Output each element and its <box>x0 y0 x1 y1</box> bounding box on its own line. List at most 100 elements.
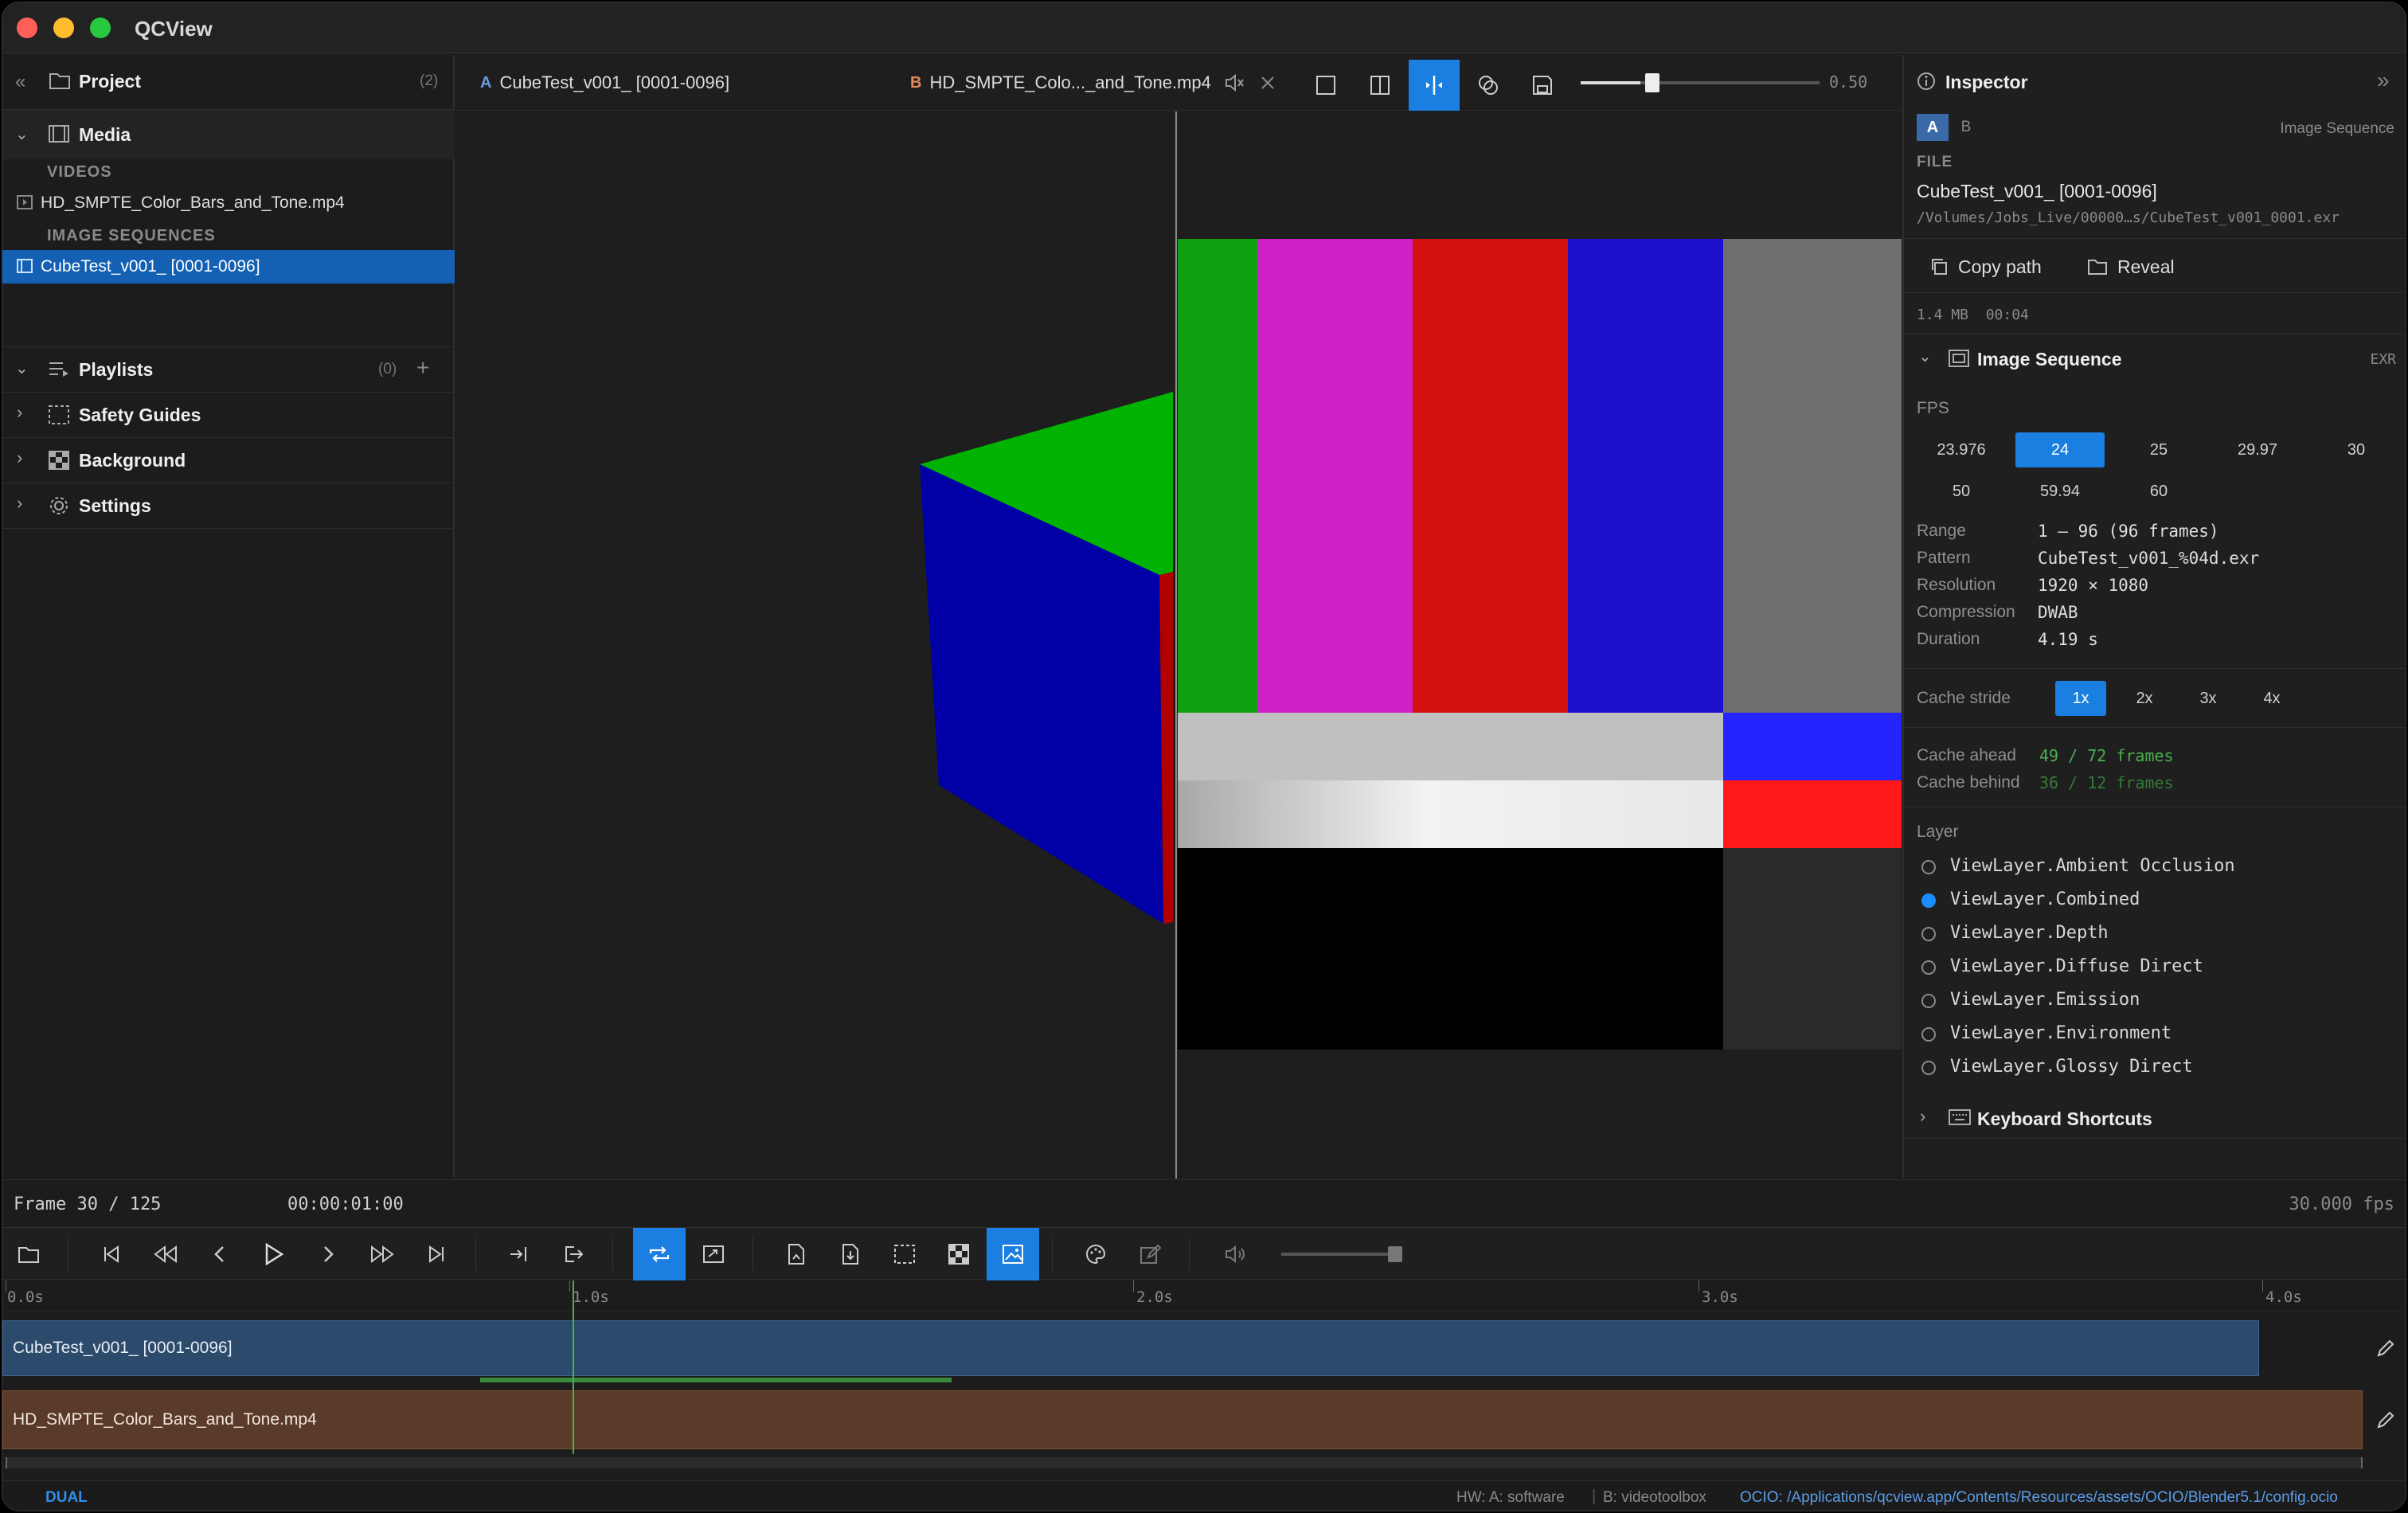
layer-option-label[interactable]: ViewLayer.Ambient Occlusion <box>1950 856 2235 876</box>
fps-option[interactable]: 25 <box>2114 432 2203 467</box>
image-view-toggle[interactable] <box>987 1228 1039 1280</box>
layer-option-label[interactable]: ViewLayer.Diffuse Direct <box>1950 956 2203 976</box>
rewind-icon <box>154 1245 177 1263</box>
step-forward-button[interactable] <box>302 1228 354 1280</box>
project-header[interactable]: « Project (2) <box>2 55 455 109</box>
minimize-window-button[interactable] <box>53 18 74 38</box>
import-file-button[interactable] <box>824 1228 877 1280</box>
layer-radio[interactable] <box>1921 960 1936 975</box>
volume-button[interactable] <box>1210 1228 1262 1280</box>
save-button[interactable] <box>1517 60 1568 111</box>
playlists-section-header[interactable]: ⌄ Playlists (0) + <box>2 347 455 392</box>
layer-radio[interactable] <box>1921 893 1936 908</box>
property-value: 4.19 s <box>2038 630 2098 649</box>
chevron-left-icon <box>214 1246 224 1262</box>
layer-option-label[interactable]: ViewLayer.Combined <box>1950 889 2140 909</box>
layer-option-label[interactable]: ViewLayer.Depth <box>1950 923 2109 943</box>
file-name: CubeTest_v001_ [0001-0096] <box>1917 181 2157 201</box>
volume-slider-handle[interactable] <box>1388 1246 1402 1262</box>
fps-option[interactable]: 23.976 <box>1917 432 2006 467</box>
pencil-icon[interactable] <box>2375 1409 2396 1430</box>
cache-stride-option[interactable]: 1x <box>2055 681 2106 716</box>
project-label: Project <box>79 71 141 92</box>
collapse-inspector-icon[interactable]: » <box>2377 68 2390 93</box>
track-a-clip[interactable]: CubeTest_v001_ [0001-0096] <box>2 1320 2259 1376</box>
source-a-toggle[interactable]: A <box>1917 114 1949 141</box>
reveal-button[interactable]: Reveal <box>2087 252 2175 281</box>
source-b-toggle[interactable]: B <box>1952 114 1980 141</box>
collapse-sidebar-icon[interactable]: « <box>15 71 25 93</box>
go-to-start-button[interactable] <box>85 1228 138 1280</box>
pencil-icon[interactable] <box>2375 1338 2396 1359</box>
media-section-header[interactable]: ⌄ Media <box>2 110 455 159</box>
fps-option[interactable]: 30 <box>2312 432 2401 467</box>
layer-option-label[interactable]: ViewLayer.Emission <box>1950 990 2140 1010</box>
color-palette-button[interactable] <box>1069 1228 1122 1280</box>
wipe-divider-handle[interactable] <box>1175 111 1177 1179</box>
sequence-item-selected[interactable]: CubeTest_v001_ [0001-0096] <box>2 250 455 283</box>
safe-area-toggle[interactable] <box>878 1228 931 1280</box>
fit-to-window-button[interactable] <box>687 1228 740 1280</box>
settings-section-header[interactable]: › Settings <box>2 483 455 528</box>
cache-stride-option[interactable]: 4x <box>2246 681 2297 716</box>
copy-path-button[interactable]: Copy path <box>1929 252 2042 281</box>
rewind-button[interactable] <box>139 1228 192 1280</box>
close-tab-icon[interactable] <box>1259 74 1276 92</box>
side-by-side-button[interactable] <box>1354 60 1405 111</box>
inspector-panel: Inspector » A B Image Sequence FILE Cube… <box>1902 55 2406 1178</box>
image-sequence-section-header[interactable]: ⌄ Image Sequence EXR <box>1904 335 2406 381</box>
layer-radio[interactable] <box>1921 860 1936 874</box>
annotate-button[interactable] <box>1124 1228 1176 1280</box>
safety-guides-section-header[interactable]: › Safety Guides <box>2 393 455 437</box>
fps-option[interactable]: 59.94 <box>2015 474 2105 509</box>
fps-option[interactable]: 60 <box>2114 474 2203 509</box>
keyboard-shortcuts-section-header[interactable]: › Keyboard Shortcuts <box>1904 1100 2406 1138</box>
close-window-button[interactable] <box>17 18 37 38</box>
fast-forward-button[interactable] <box>356 1228 408 1280</box>
set-out-point-button[interactable] <box>547 1228 600 1280</box>
opacity-slider[interactable] <box>1581 73 1820 92</box>
image-viewer[interactable] <box>456 111 1902 1179</box>
mute-icon[interactable] <box>1224 72 1245 93</box>
layer-option-label[interactable]: ViewLayer.Environment <box>1950 1023 2172 1043</box>
cache-indicator <box>480 1378 952 1382</box>
zoom-window-button[interactable] <box>90 18 111 38</box>
tab-b[interactable]: B HD_SMPTE_Colo..._and_Tone.mp4 <box>910 69 1211 96</box>
background-section-header[interactable]: › Background <box>2 438 455 483</box>
time-ruler[interactable]: 0.0s 1.0s 2.0s 3.0s 4.0s <box>2 1280 2406 1312</box>
cache-stride-option[interactable]: 2x <box>2119 681 2170 716</box>
open-file-button[interactable] <box>2 1228 55 1280</box>
go-to-end-button[interactable] <box>410 1228 463 1280</box>
timeline-scrollbar[interactable] <box>6 1457 2363 1468</box>
step-back-button[interactable] <box>194 1228 246 1280</box>
layer-radio[interactable] <box>1921 994 1936 1008</box>
playhead[interactable] <box>573 1280 574 1454</box>
loop-toggle[interactable] <box>633 1228 686 1280</box>
overlay-button[interactable] <box>1463 60 1514 111</box>
layer-radio[interactable] <box>1921 1061 1936 1075</box>
layer-option-label[interactable]: ViewLayer.Glossy Direct <box>1950 1057 2193 1077</box>
wipe-compare-button[interactable] <box>1409 60 1460 111</box>
play-button[interactable] <box>248 1228 300 1280</box>
timeline[interactable]: 0.0s 1.0s 2.0s 3.0s 4.0s CubeTest_v001_ … <box>2 1280 2406 1488</box>
volume-slider[interactable] <box>1281 1246 1402 1262</box>
add-playlist-button[interactable]: + <box>416 355 429 381</box>
property-value: DWAB <box>2038 603 2078 622</box>
video-item[interactable]: HD_SMPTE_Color_Bars_and_Tone.mp4 <box>2 187 455 219</box>
layer-radio[interactable] <box>1921 1027 1936 1042</box>
fps-option[interactable]: 50 <box>1917 474 2006 509</box>
fps-option[interactable]: 29.97 <box>2213 432 2302 467</box>
fps-option[interactable]: 24 <box>2015 432 2105 467</box>
export-image-button[interactable] <box>770 1228 823 1280</box>
safety-guides-label: Safety Guides <box>79 405 201 425</box>
opacity-slider-handle[interactable] <box>1645 73 1659 92</box>
cache-stride-option[interactable]: 3x <box>2183 681 2234 716</box>
playlists-label: Playlists <box>79 359 154 380</box>
track-b-clip[interactable]: HD_SMPTE_Color_Bars_and_Tone.mp4 <box>2 1390 2363 1449</box>
tab-a[interactable]: A CubeTest_v001_ [0001-0096] <box>480 69 729 96</box>
set-in-point-button[interactable] <box>493 1228 545 1280</box>
app-window: QCView « Project (2) ⌄ Media VIDEOS HD_S… <box>2 2 2406 1511</box>
single-view-button[interactable] <box>1300 60 1351 111</box>
checkerboard-toggle[interactable] <box>932 1228 985 1280</box>
layer-radio[interactable] <box>1921 927 1936 941</box>
